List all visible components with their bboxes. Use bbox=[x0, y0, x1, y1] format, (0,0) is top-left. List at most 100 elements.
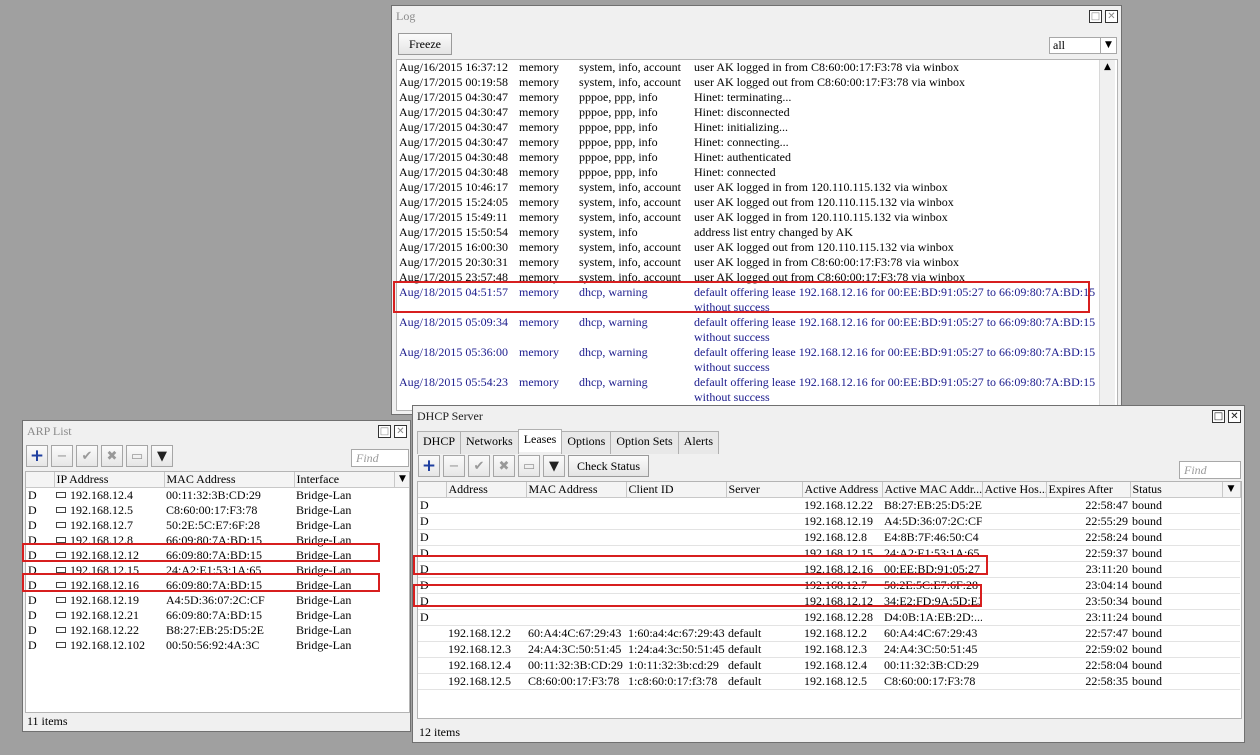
log-row[interactable]: Aug/17/2015 04:30:47 memory pppoe, ppp, in… bbox=[397, 105, 1097, 120]
lease-row[interactable]: 192.168.12.2 60:A4:4C:67:29:43 1:60:a4:4c:… bbox=[418, 625, 1240, 642]
col-active-host[interactable]: Active Hos... bbox=[982, 482, 1047, 498]
topic-select[interactable]: all ▼ bbox=[1049, 37, 1117, 54]
arp-row[interactable]: D 192.168.12.4 00:11:32:3B:CD:29 Bridge-Lan bbox=[26, 488, 409, 504]
arp-row[interactable]: D 192.168.12.15 24:A2:E1:53:1A:65 Bridge-La… bbox=[26, 563, 409, 578]
arp-entry-icon bbox=[56, 567, 66, 574]
maximize-icon[interactable]: □ bbox=[1212, 409, 1225, 423]
tab-alerts[interactable]: Alerts bbox=[677, 431, 720, 454]
lease-row[interactable]: D 192.168.12.7 50:2E:5C:E7:6F:28 23:04:14 bo… bbox=[418, 577, 1240, 594]
col-mac-address[interactable]: MAC Address bbox=[164, 472, 295, 488]
column-menu-icon[interactable]: ▼ bbox=[394, 472, 409, 488]
log-warning-row[interactable]: Aug/18/2015 05:36:00 memory dhcp, warning d… bbox=[397, 345, 1097, 360]
col-expires-after[interactable]: Expires After bbox=[1046, 482, 1131, 498]
log-row[interactable]: Aug/17/2015 04:30:48 memory pppoe, ppp, in… bbox=[397, 165, 1097, 180]
maximize-icon[interactable]: □ bbox=[1089, 9, 1102, 23]
filter-icon[interactable]: ▼ bbox=[151, 445, 173, 467]
col-ip-address[interactable]: IP Address bbox=[54, 472, 165, 488]
lease-row[interactable]: D 192.168.12.22 B8:27:EB:25:D5:2E 22:58:47 b… bbox=[418, 497, 1240, 514]
arp-row[interactable]: D 192.168.12.16 66:09:80:7A:BD:15 Bridge-La… bbox=[26, 578, 409, 593]
col-active-mac[interactable]: Active MAC Addr... bbox=[882, 482, 983, 498]
freeze-button[interactable]: Freeze bbox=[398, 33, 452, 55]
log-row[interactable]: Aug/17/2015 15:24:05 memory system, info, … bbox=[397, 195, 1097, 210]
col-interface[interactable]: Interface bbox=[294, 472, 395, 488]
log-row[interactable]: Aug/17/2015 04:30:47 memory pppoe, ppp, in… bbox=[397, 90, 1097, 105]
arp-row[interactable]: D 192.168.12.102 00:50:56:92:4A:3C Bridge-L… bbox=[26, 638, 409, 653]
log-scrollbar[interactable]: ▲ bbox=[1099, 60, 1115, 410]
check-status-button[interactable]: Check Status bbox=[568, 455, 649, 477]
disable-icon[interactable]: ✖ bbox=[493, 455, 515, 477]
tab-options[interactable]: Options bbox=[561, 431, 612, 454]
log-titlebar[interactable]: Log □ ✕ bbox=[392, 6, 1121, 26]
arp-find-input[interactable]: Find bbox=[351, 449, 409, 467]
arp-row[interactable]: D 192.168.12.22 B8:27:EB:25:D5:2E Bridge-La… bbox=[26, 623, 409, 638]
log-row[interactable]: Aug/17/2015 16:00:30 memory system, info, … bbox=[397, 240, 1097, 255]
log-warning-row-continuation[interactable]: without success bbox=[397, 360, 1097, 375]
log-row[interactable]: Aug/17/2015 10:46:17 memory system, info, … bbox=[397, 180, 1097, 195]
comment-icon[interactable]: ▭ bbox=[126, 445, 148, 467]
log-row[interactable]: Aug/17/2015 04:30:47 memory pppoe, ppp, in… bbox=[397, 135, 1097, 150]
close-icon[interactable]: ✕ bbox=[394, 424, 407, 438]
arp-row[interactable]: D 192.168.12.19 A4:5D:36:07:2C:CF Bridge-La… bbox=[26, 593, 409, 608]
log-row[interactable]: Aug/17/2015 04:30:47 memory pppoe, ppp, in… bbox=[397, 120, 1097, 135]
log-row[interactable]: Aug/17/2015 00:19:58 memory system, info, … bbox=[397, 75, 1097, 90]
lease-row[interactable]: D 192.168.12.15 24:A2:E1:53:1A:65 22:59:37 b… bbox=[418, 545, 1240, 562]
tab-dhcp[interactable]: DHCP bbox=[417, 431, 462, 454]
add-icon[interactable]: + bbox=[418, 455, 440, 477]
log-row[interactable]: Aug/17/2015 15:49:11 memory system, info, … bbox=[397, 210, 1097, 225]
tab-networks[interactable]: Networks bbox=[460, 431, 519, 454]
lease-row[interactable]: 192.168.12.3 24:A4:3C:50:51:45 1:24:a4:3c:… bbox=[418, 641, 1240, 658]
dhcp-titlebar[interactable]: DHCP Server □ ✕ bbox=[413, 406, 1244, 426]
lease-row[interactable]: D 192.168.12.16 00:EE:BD:91:05:27 23:11:20 b… bbox=[418, 561, 1240, 578]
close-icon[interactable]: ✕ bbox=[1228, 409, 1241, 423]
log-row[interactable]: Aug/16/2015 16:37:12 memory system, info, … bbox=[397, 60, 1097, 75]
tab-leases[interactable]: Leases bbox=[517, 429, 563, 452]
disable-icon[interactable]: ✖ bbox=[101, 445, 123, 467]
log-warning-row-continuation[interactable]: without success bbox=[397, 390, 1097, 405]
log-row[interactable]: Aug/17/2015 04:30:48 memory pppoe, ppp, in… bbox=[397, 150, 1097, 165]
arp-row[interactable]: D 192.168.12.12 66:09:80:7A:BD:15 Bridge-La… bbox=[26, 548, 409, 563]
column-menu-icon[interactable]: ▼ bbox=[1222, 482, 1241, 498]
lease-row[interactable]: D 192.168.12.8 E4:8B:7F:46:50:C4 22:58:24 bo… bbox=[418, 529, 1240, 546]
col-active-address[interactable]: Active Address bbox=[802, 482, 883, 498]
arp-row[interactable]: D 192.168.12.7 50:2E:5C:E7:6F:28 Bridge-Lan bbox=[26, 518, 409, 533]
lease-row[interactable]: 192.168.12.4 00:11:32:3B:CD:29 1:0:11:32:3… bbox=[418, 657, 1240, 674]
arp-titlebar[interactable]: ARP List □ ✕ bbox=[23, 421, 410, 441]
arp-row[interactable]: D 192.168.12.8 66:09:80:7A:BD:15 Bridge-Lan bbox=[26, 533, 409, 548]
remove-icon[interactable]: − bbox=[443, 455, 465, 477]
col-client-id[interactable]: Client ID bbox=[626, 482, 727, 498]
col-mac-address[interactable]: MAC Address bbox=[526, 482, 627, 498]
col-server[interactable]: Server bbox=[726, 482, 803, 498]
enable-icon[interactable]: ✔ bbox=[468, 455, 490, 477]
scroll-up-icon[interactable]: ▲ bbox=[1100, 60, 1115, 75]
log-warning-row[interactable]: Aug/18/2015 05:54:23 memory dhcp, warning d… bbox=[397, 375, 1097, 390]
close-icon[interactable]: ✕ bbox=[1105, 9, 1118, 23]
arp-ip: 192.168.12.16 bbox=[54, 578, 164, 593]
filter-icon[interactable]: ▼ bbox=[543, 455, 565, 477]
col-address[interactable]: Address bbox=[446, 482, 527, 498]
add-icon[interactable]: + bbox=[26, 445, 48, 467]
lease-row[interactable]: D 192.168.12.28 D4:0B:1A:EB:2D:... 23:11:24… bbox=[418, 609, 1240, 626]
log-row[interactable]: Aug/17/2015 20:30:31 memory system, info, … bbox=[397, 255, 1097, 270]
lease-row[interactable]: D 192.168.12.12 34:E2:FD:9A:5D:E3 23:50:34 b… bbox=[418, 593, 1240, 610]
arp-interface: Bridge-Lan bbox=[296, 623, 352, 637]
log-warning-row-continuation[interactable]: without success bbox=[397, 300, 1097, 315]
arp-flag: D bbox=[28, 503, 37, 517]
log-row[interactable]: Aug/17/2015 15:50:54 memory system, info ad… bbox=[397, 225, 1097, 240]
log-row[interactable]: Aug/17/2015 23:57:48 memory system, info, … bbox=[397, 270, 1097, 285]
maximize-icon[interactable]: □ bbox=[378, 424, 391, 438]
arp-row[interactable]: D 192.168.12.21 66:09:80:7A:BD:15 Bridge-La… bbox=[26, 608, 409, 623]
tab-option-sets[interactable]: Option Sets bbox=[610, 431, 679, 454]
dropdown-arrow-icon[interactable]: ▼ bbox=[1100, 38, 1116, 53]
log-warning-row[interactable]: Aug/18/2015 05:09:34 memory dhcp, warning d… bbox=[397, 315, 1097, 330]
log-warning-row[interactable]: Aug/18/2015 04:51:57 memory dhcp, warning d… bbox=[397, 285, 1097, 300]
lease-row[interactable]: D 192.168.12.19 A4:5D:36:07:2C:CF 22:55:29 b… bbox=[418, 513, 1240, 530]
enable-icon[interactable]: ✔ bbox=[76, 445, 98, 467]
log-message: user AK logged out from 120.110.115.132 … bbox=[694, 195, 954, 209]
lease-row[interactable]: 192.168.12.5 C8:60:00:17:F3:78 1:c8:60:0:1… bbox=[418, 673, 1240, 690]
dhcp-find-input[interactable]: Find bbox=[1179, 461, 1241, 479]
col-status[interactable]: Status bbox=[1130, 482, 1223, 498]
comment-icon[interactable]: ▭ bbox=[518, 455, 540, 477]
arp-row[interactable]: D 192.168.12.5 C8:60:00:17:F3:78 Bridge-Lan bbox=[26, 503, 409, 518]
remove-icon[interactable]: − bbox=[51, 445, 73, 467]
log-warning-row-continuation[interactable]: without success bbox=[397, 330, 1097, 345]
